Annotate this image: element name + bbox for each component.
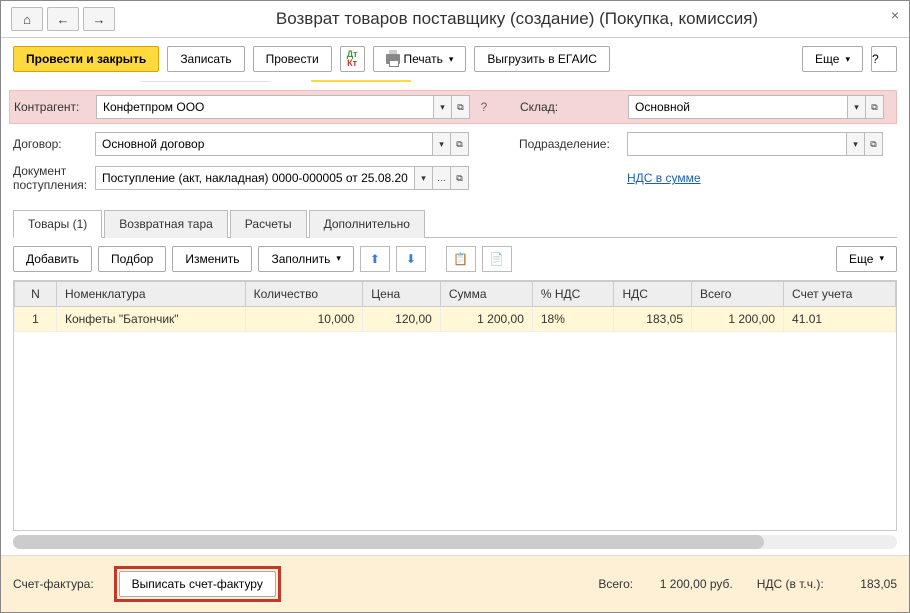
help-button[interactable]: ? bbox=[871, 46, 897, 72]
dept-label: Подразделение: bbox=[519, 137, 623, 151]
form-area: Контрагент: ▾ ⧉ ? Склад: ▾ ⧉ Договор: ▾ … bbox=[1, 86, 909, 205]
add-row-button[interactable]: Добавить bbox=[13, 246, 92, 272]
doc-dropdown-icon[interactable]: ▾ bbox=[415, 166, 433, 190]
cell-item[interactable]: Конфеты "Батончик" bbox=[57, 306, 246, 331]
dept-open-icon[interactable]: ⧉ bbox=[865, 132, 883, 156]
cell-account[interactable]: 41.01 bbox=[784, 306, 896, 331]
page-title: Возврат товаров поставщику (создание) (П… bbox=[135, 9, 899, 29]
goods-table: N Номенклатура Количество Цена Сумма % Н… bbox=[13, 280, 897, 531]
counterparty-help-icon[interactable]: ? bbox=[474, 100, 494, 114]
cell-sum[interactable]: 1 200,00 bbox=[440, 306, 532, 331]
contract-dropdown-icon[interactable]: ▾ bbox=[433, 132, 451, 156]
action-toolbar: Провести и закрыть Записать Провести ДтК… bbox=[1, 38, 909, 80]
contract-input[interactable] bbox=[95, 132, 433, 156]
move-up-button[interactable]: ⬆ bbox=[360, 246, 390, 272]
col-n[interactable]: N bbox=[15, 281, 57, 306]
pick-button[interactable]: Подбор bbox=[98, 246, 166, 272]
col-account[interactable]: Счет учета bbox=[784, 281, 896, 306]
dept-dropdown-icon[interactable]: ▾ bbox=[847, 132, 865, 156]
edit-button[interactable]: Изменить bbox=[172, 246, 252, 272]
warehouse-input[interactable] bbox=[628, 95, 848, 119]
contract-label: Договор: bbox=[13, 137, 91, 151]
col-vatpct[interactable]: % НДС bbox=[532, 281, 614, 306]
titlebar: ⌂ ← → Возврат товаров поставщику (создан… bbox=[1, 1, 909, 38]
write-invoice-button[interactable]: Выписать счет-фактуру bbox=[119, 571, 276, 597]
invoice-label: Счет-фактура: bbox=[13, 577, 94, 591]
more-button[interactable]: Еще▾ bbox=[802, 46, 863, 72]
printer-icon bbox=[386, 54, 400, 64]
col-total[interactable]: Всего bbox=[692, 281, 784, 306]
table-empty-area[interactable] bbox=[14, 332, 896, 530]
col-sum[interactable]: Сумма bbox=[440, 281, 532, 306]
close-icon[interactable]: × bbox=[891, 7, 899, 23]
doc-open-icon[interactable]: ⧉ bbox=[451, 166, 469, 190]
dtkt-button[interactable]: ДтКт bbox=[340, 46, 365, 72]
invoice-highlight: Выписать счет-фактуру bbox=[114, 566, 281, 602]
tabs: Товары (1) Возвратная тара Расчеты Допол… bbox=[13, 209, 897, 238]
counterparty-row: Контрагент: ▾ ⧉ ? Склад: ▾ ⧉ bbox=[9, 90, 897, 124]
vat-label: НДС (в т.ч.): bbox=[757, 577, 824, 591]
dept-input[interactable] bbox=[627, 132, 847, 156]
doc-row: Документ поступления: ▾ … ⧉ НДС в сумме bbox=[13, 164, 897, 193]
warehouse-label: Склад: bbox=[520, 100, 624, 114]
table-toolbar: Добавить Подбор Изменить Заполнить▾ ⬆ ⬇ … bbox=[1, 238, 909, 280]
doc-label: Документ поступления: bbox=[13, 164, 91, 193]
cell-vat[interactable]: 183,05 bbox=[614, 306, 692, 331]
table-header-row: N Номенклатура Количество Цена Сумма % Н… bbox=[15, 281, 896, 306]
total-label: Всего: bbox=[598, 577, 633, 591]
col-item[interactable]: Номенклатура bbox=[57, 281, 246, 306]
total-value: 1 200,00 bbox=[637, 577, 707, 591]
warehouse-dropdown-icon[interactable]: ▾ bbox=[848, 95, 866, 119]
cell-vatpct[interactable]: 18% bbox=[532, 306, 614, 331]
back-button[interactable]: ← bbox=[47, 7, 79, 31]
fill-button[interactable]: Заполнить▾ bbox=[258, 246, 353, 272]
cell-total[interactable]: 1 200,00 bbox=[692, 306, 784, 331]
save-button[interactable]: Записать bbox=[167, 46, 244, 72]
tab-calc[interactable]: Расчеты bbox=[230, 210, 307, 238]
post-and-close-button[interactable]: Провести и закрыть bbox=[13, 46, 159, 72]
vat-mode-link[interactable]: НДС в сумме bbox=[627, 171, 701, 185]
contract-row: Договор: ▾ ⧉ Подразделение: ▾ ⧉ bbox=[13, 132, 897, 156]
col-price[interactable]: Цена bbox=[363, 281, 441, 306]
home-button[interactable]: ⌂ bbox=[11, 7, 43, 31]
currency: руб. bbox=[710, 577, 733, 591]
horizontal-scrollbar[interactable] bbox=[13, 535, 897, 549]
cell-qty[interactable]: 10,000 bbox=[245, 306, 363, 331]
cell-n[interactable]: 1 bbox=[15, 306, 57, 331]
post-button[interactable]: Провести bbox=[253, 46, 332, 72]
scroll-thumb[interactable] bbox=[13, 535, 764, 549]
counterparty-dropdown-icon[interactable]: ▾ bbox=[434, 95, 452, 119]
tab-tara[interactable]: Возвратная тара bbox=[104, 210, 228, 238]
doc-dots-icon[interactable]: … bbox=[433, 166, 451, 190]
cell-price[interactable]: 120,00 bbox=[363, 306, 441, 331]
copy-button[interactable]: 📋 bbox=[446, 246, 476, 272]
counterparty-input[interactable] bbox=[96, 95, 434, 119]
print-button[interactable]: Печать▾ bbox=[373, 46, 467, 72]
counterparty-open-icon[interactable]: ⧉ bbox=[452, 95, 470, 119]
vat-value: 183,05 bbox=[827, 577, 897, 591]
main-window: × ⌂ ← → Возврат товаров поставщику (созд… bbox=[0, 0, 910, 613]
table-more-button[interactable]: Еще▾ bbox=[836, 246, 897, 272]
contract-open-icon[interactable]: ⧉ bbox=[451, 132, 469, 156]
tab-goods[interactable]: Товары (1) bbox=[13, 210, 102, 238]
counterparty-label: Контрагент: bbox=[14, 100, 92, 114]
doc-input[interactable] bbox=[95, 166, 415, 190]
col-qty[interactable]: Количество bbox=[245, 281, 363, 306]
tab-extra[interactable]: Дополнительно bbox=[309, 210, 425, 238]
warehouse-open-icon[interactable]: ⧉ bbox=[866, 95, 884, 119]
egais-button[interactable]: Выгрузить в ЕГАИС bbox=[474, 46, 610, 72]
table-row[interactable]: 1 Конфеты "Батончик" 10,000 120,00 1 200… bbox=[15, 306, 896, 331]
forward-button[interactable]: → bbox=[83, 7, 115, 31]
col-vat[interactable]: НДС bbox=[614, 281, 692, 306]
move-down-button[interactable]: ⬇ bbox=[396, 246, 426, 272]
paste-button[interactable]: 📄 bbox=[482, 246, 512, 272]
footer: Счет-фактура: Выписать счет-фактуру Всег… bbox=[1, 555, 909, 612]
